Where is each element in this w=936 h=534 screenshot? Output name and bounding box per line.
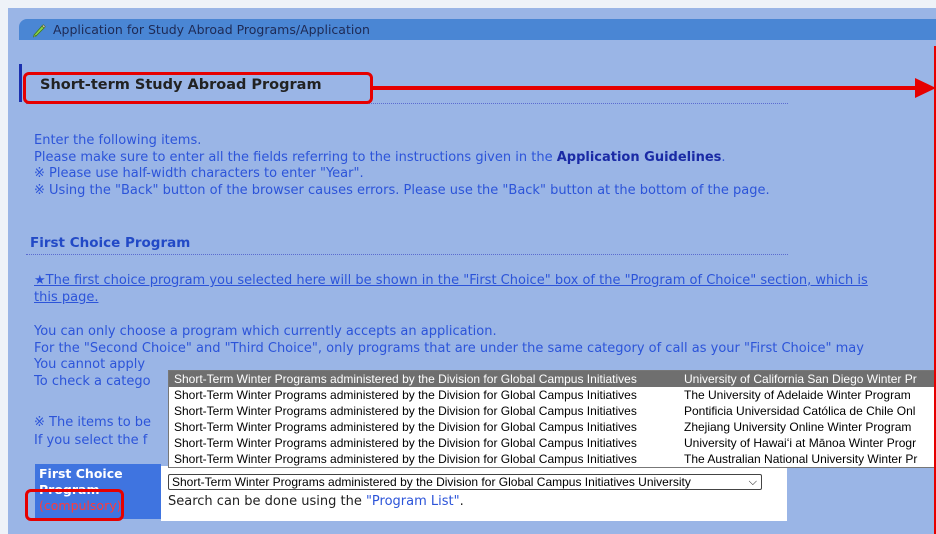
pencil-icon	[33, 23, 46, 37]
window-title: Application for Study Abroad Programs/Ap…	[53, 22, 370, 37]
note-line-5: ※ The items to be	[34, 415, 152, 430]
option-program: Pontificia Universidad Católica de Chile…	[684, 404, 916, 418]
instruction-line-3: ※ Please use half-width characters to en…	[34, 166, 364, 181]
instruction-text-end: .	[721, 149, 726, 165]
first-choice-note-link[interactable]: ★The first choice program you selected h…	[34, 272, 868, 306]
dropdown-option[interactable]: Short-Term Winter Programs administered …	[169, 387, 935, 403]
dropdown-option[interactable]: Short-Term Winter Programs administered …	[169, 403, 935, 419]
highlight-box-section-title	[23, 72, 373, 104]
option-category: Short-Term Winter Programs administered …	[174, 420, 637, 434]
first-choice-select[interactable]: Short-Term Winter Programs administered …	[168, 474, 762, 490]
option-category: Short-Term Winter Programs administered …	[174, 452, 637, 466]
option-program: The University of Adelaide Winter Progra…	[684, 388, 911, 402]
search-hint-end: .	[459, 494, 464, 509]
section-accent-bar	[19, 64, 22, 102]
note-line-2: For the "Second Choice" and "Third Choic…	[34, 340, 864, 356]
option-program: University of Hawaiʻi at Mānoa Winter Pr…	[684, 436, 917, 450]
chevron-down-icon[interactable]: ⌵	[749, 475, 757, 489]
highlight-arrow-line	[373, 86, 918, 90]
instructions-block: Enter the following items. Please make s…	[34, 133, 770, 199]
option-program: Zhejiang University Online Winter Progra…	[684, 420, 912, 434]
search-hint-text: Search can be done using the	[168, 494, 366, 509]
instruction-line-1: Enter the following items.	[34, 133, 202, 148]
dropdown-option[interactable]: Short-Term Winter Programs administered …	[169, 435, 935, 451]
search-hint: Search can be done using the "Program Li…	[168, 494, 464, 509]
title-bar: Application for Study Abroad Programs/Ap…	[19, 19, 936, 40]
note-line-6: If you select the f	[34, 433, 148, 448]
option-program: University of California San Diego Winte…	[684, 372, 917, 386]
instruction-text: Please make sure to enter all the fields…	[34, 149, 557, 165]
instruction-line-2: Please make sure to enter all the fields…	[34, 150, 770, 167]
top-strip	[0, 0, 936, 8]
select-value: Short-Term Winter Programs administered …	[172, 475, 691, 489]
dropdown-option[interactable]: Short-Term Winter Programs administered …	[169, 419, 935, 435]
star-note-line-2[interactable]: this page.	[34, 289, 868, 306]
arrow-right-icon	[915, 78, 936, 98]
first-choice-divider	[26, 254, 788, 255]
option-category: Short-Term Winter Programs administered …	[174, 436, 637, 450]
option-program: The Australian National University Winte…	[684, 452, 918, 466]
first-choice-heading: First Choice Program	[30, 235, 191, 251]
note-line-1: You can only choose a program which curr…	[34, 324, 497, 339]
program-dropdown-list[interactable]: Short-Term Winter Programs administered …	[168, 370, 936, 468]
star-note-line-1[interactable]: ★The first choice program you selected h…	[34, 272, 868, 289]
program-list-link[interactable]: "Program List"	[366, 494, 460, 509]
first-choice-notes-2: ※ The items to be If you select the f	[34, 414, 151, 450]
option-category: Short-Term Winter Programs administered …	[174, 388, 637, 402]
page-frame: Application for Study Abroad Programs/Ap…	[0, 0, 936, 534]
option-category: Short-Term Winter Programs administered …	[174, 404, 637, 418]
instruction-line-4: ※ Using the "Back" button of the browser…	[34, 182, 770, 198]
application-guidelines-link[interactable]: Application Guidelines	[557, 150, 722, 165]
option-category: Short-Term Winter Programs administered …	[174, 372, 637, 386]
left-strip	[0, 0, 8, 534]
dropdown-option[interactable]: Short-Term Winter Programs administered …	[169, 371, 935, 387]
highlight-box-compulsory	[25, 489, 124, 521]
dropdown-option[interactable]: Short-Term Winter Programs administered …	[169, 451, 935, 467]
